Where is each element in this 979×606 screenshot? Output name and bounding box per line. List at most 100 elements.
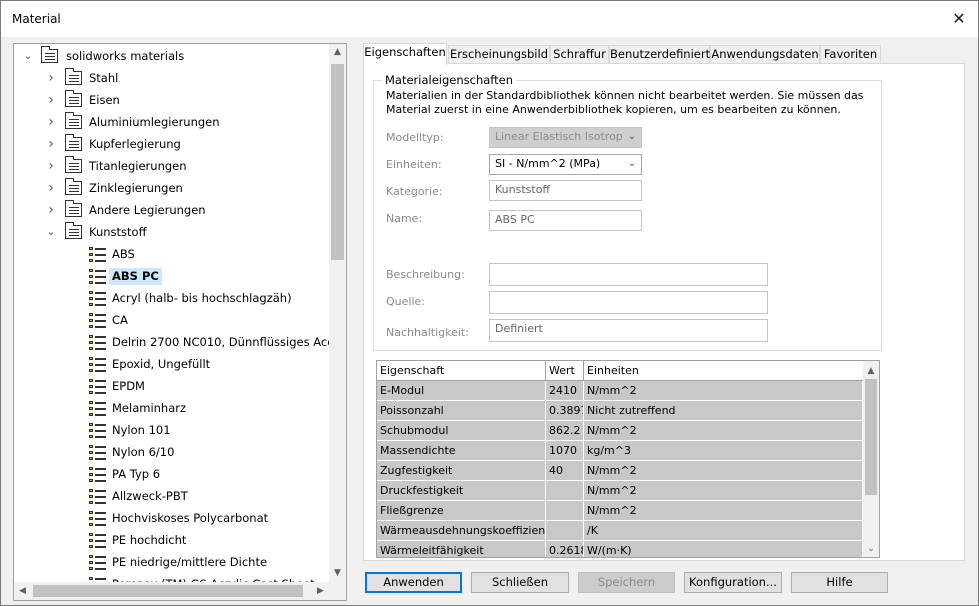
tree-folder-item[interactable]: › Kupferlegierung xyxy=(14,133,330,155)
library-folder-icon xyxy=(64,200,83,219)
beschreibung-field[interactable] xyxy=(489,263,768,286)
tree-material-item[interactable]: Nylon 101 xyxy=(14,419,330,441)
scroll-up-icon[interactable]: ▲ xyxy=(863,363,879,379)
column-header-einheiten[interactable]: Einheiten xyxy=(584,361,863,381)
table-row[interactable]: Druckfestigkeit N/mm^2 xyxy=(377,481,863,501)
tree-material-item[interactable]: Hochviskoses Polycarbonat xyxy=(14,507,330,529)
cell-einheiten: kg/m^3 xyxy=(584,441,863,461)
tab-schraffur[interactable]: Schraffur xyxy=(550,45,609,64)
tree-material-item[interactable]: Allzweck-PBT xyxy=(14,485,330,507)
scroll-right-icon[interactable]: ▶ xyxy=(312,582,329,600)
collapse-chevron-icon[interactable]: ⌄ xyxy=(44,223,58,241)
tree-item-label: Hochviskoses Polycarbonat xyxy=(112,511,269,525)
configuration-button[interactable]: Konfiguration... xyxy=(684,572,782,593)
tree-folder-item[interactable]: ⌄ solidworks materials xyxy=(14,45,330,67)
expand-chevron-icon[interactable]: › xyxy=(44,157,58,175)
column-header-eigenschaft[interactable]: Eigenschaft xyxy=(377,361,546,381)
expand-chevron-icon[interactable]: › xyxy=(44,135,58,153)
scrollbar-corner xyxy=(329,582,346,600)
tree-folder-item[interactable]: › Titanlegierungen xyxy=(14,155,330,177)
quelle-field[interactable] xyxy=(489,291,768,314)
close-button[interactable]: Schließen xyxy=(471,572,569,593)
tree-material-item[interactable]: ABS xyxy=(14,243,330,265)
tree-folder-item[interactable]: › Andere Legierungen xyxy=(14,199,330,221)
table-vertical-scrollbar[interactable]: ▲ ⌄ xyxy=(863,361,879,557)
table-row[interactable]: Poissonzahl 0.3897 Nicht zutreffend xyxy=(377,401,863,421)
table-row[interactable]: Wärmeausdehnungskoeffizient/K xyxy=(377,521,863,541)
expand-chevron-icon[interactable]: › xyxy=(44,113,58,131)
einheiten-select[interactable]: SI - N/mm^2 (MPa) ⌄ xyxy=(489,154,642,175)
einheiten-label: Einheiten: xyxy=(386,158,442,171)
scroll-thumb-horizontal[interactable] xyxy=(33,585,303,597)
nachhaltigkeit-field[interactable]: Definiert xyxy=(489,319,768,342)
tree-item-label: Acryl (halb- bis hochschlagzäh) xyxy=(112,291,292,305)
table-row[interactable]: E-Modul 2410 N/mm^2 xyxy=(377,381,863,401)
tree-folder-item[interactable]: › Eisen xyxy=(14,89,330,111)
material-tree[interactable]: ⌄ solidworks materials › Stahl › Eisen › Alumin… xyxy=(13,43,347,601)
scroll-down-icon[interactable]: ⌄ xyxy=(863,541,879,557)
tree-material-item[interactable]: PA Typ 6 xyxy=(14,463,330,485)
chevron-down-icon[interactable]: ⌄ xyxy=(626,155,638,173)
tab-favoriten[interactable]: Favoriten xyxy=(820,45,881,64)
close-icon[interactable]: ✕ xyxy=(945,5,973,33)
scroll-left-icon[interactable]: ◀ xyxy=(14,582,31,600)
tree-horizontal-scrollbar[interactable]: ◀ ▶ xyxy=(14,582,329,600)
tab-erscheinungsbild[interactable]: Erscheinungsbild xyxy=(448,45,550,64)
cell-eigenschaft: Zugfestigkeit xyxy=(377,461,546,481)
table-row[interactable]: Zugfestigkeit 40 N/mm^2 xyxy=(377,461,863,481)
expand-chevron-icon[interactable]: › xyxy=(44,69,58,87)
cell-einheiten: N/mm^2 xyxy=(584,461,863,481)
tree-material-item[interactable]: Epoxid, Ungefüllt xyxy=(14,353,330,375)
tree-item-label: CA xyxy=(112,313,128,327)
table-row[interactable]: Massendichte 1070 kg/m^3 xyxy=(377,441,863,461)
scroll-up-icon[interactable]: ▲ xyxy=(329,44,346,61)
tree-folder-item[interactable]: ⌄ Kunststoff xyxy=(14,221,330,243)
collapse-chevron-icon[interactable]: ⌄ xyxy=(21,47,35,65)
scroll-thumb[interactable] xyxy=(331,64,344,260)
tree-folder-item[interactable]: › Aluminiumlegierungen xyxy=(14,111,330,133)
tree-material-item[interactable]: Perspex (TM) GS Acrylic Cast Sheet xyxy=(14,573,330,582)
table-row[interactable]: Fließgrenze N/mm^2 xyxy=(377,501,863,521)
table-row[interactable]: Wärmeleitfähigkeit 0.2618 W/(m·K) xyxy=(377,541,863,557)
modelltyp-label: Modelltyp: xyxy=(386,131,444,144)
cell-wert: 1070 xyxy=(546,441,584,461)
kategorie-field[interactable]: Kunststoff xyxy=(489,180,642,201)
tree-material-item[interactable]: PE niedrige/mittlere Dichte xyxy=(14,551,330,573)
tab-anwendungsdaten[interactable]: Anwendungsdaten xyxy=(710,45,820,64)
tree-item-label: Epoxid, Ungefüllt xyxy=(112,357,211,371)
tree-material-item[interactable]: Acryl (halb- bis hochschlagzäh) xyxy=(14,287,330,309)
tree-item-label: Allzweck-PBT xyxy=(112,489,188,503)
material-properties-group: Materialeigenschaften Materialien in der… xyxy=(373,73,882,351)
library-folder-icon xyxy=(64,68,83,87)
tree-folder-item[interactable]: › Stahl xyxy=(14,67,330,89)
group-title: Materialeigenschaften xyxy=(382,73,517,87)
table-row[interactable]: Schubmodul 862.2 N/mm^2 xyxy=(377,421,863,441)
material-icon xyxy=(87,553,106,571)
scroll-thumb[interactable] xyxy=(865,379,877,495)
tree-material-item[interactable]: Nylon 6/10 xyxy=(14,441,330,463)
cell-eigenschaft: Massendichte xyxy=(377,441,546,461)
scroll-down-icon[interactable]: ▼ xyxy=(329,565,346,582)
tree-material-item[interactable]: Melaminharz xyxy=(14,397,330,419)
tree-material-item[interactable]: CA xyxy=(14,309,330,331)
tree-material-item[interactable]: ABS PC xyxy=(14,265,330,287)
name-field[interactable]: ABS PC xyxy=(489,210,642,231)
tree-material-item[interactable]: Delrin 2700 NC010, Dünnflüssiges Acetal-… xyxy=(14,331,330,353)
expand-chevron-icon[interactable]: › xyxy=(44,91,58,109)
expand-chevron-icon[interactable]: › xyxy=(44,201,58,219)
tree-item-label: PE hochdicht xyxy=(112,533,187,547)
tab-eigenschaften[interactable]: Eigenschaften xyxy=(363,43,447,65)
tree-material-item[interactable]: PE hochdicht xyxy=(14,529,330,551)
tree-material-item[interactable]: EPDM xyxy=(14,375,330,397)
material-icon xyxy=(87,531,106,549)
help-button[interactable]: Hilfe xyxy=(791,572,888,593)
cell-eigenschaft: Schubmodul xyxy=(377,421,546,441)
expand-chevron-icon[interactable]: › xyxy=(44,179,58,197)
apply-button[interactable]: Anwenden xyxy=(365,572,462,593)
cell-einheiten: N/mm^2 xyxy=(584,421,863,441)
tab-benutzerdefiniert[interactable]: Benutzerdefiniert xyxy=(609,45,710,64)
table-header: Eigenschaft Wert Einheiten xyxy=(377,361,863,381)
tree-folder-item[interactable]: › Zinklegierungen xyxy=(14,177,330,199)
tree-vertical-scrollbar[interactable]: ▲ ▼ xyxy=(329,44,346,582)
column-header-wert[interactable]: Wert xyxy=(546,361,584,381)
